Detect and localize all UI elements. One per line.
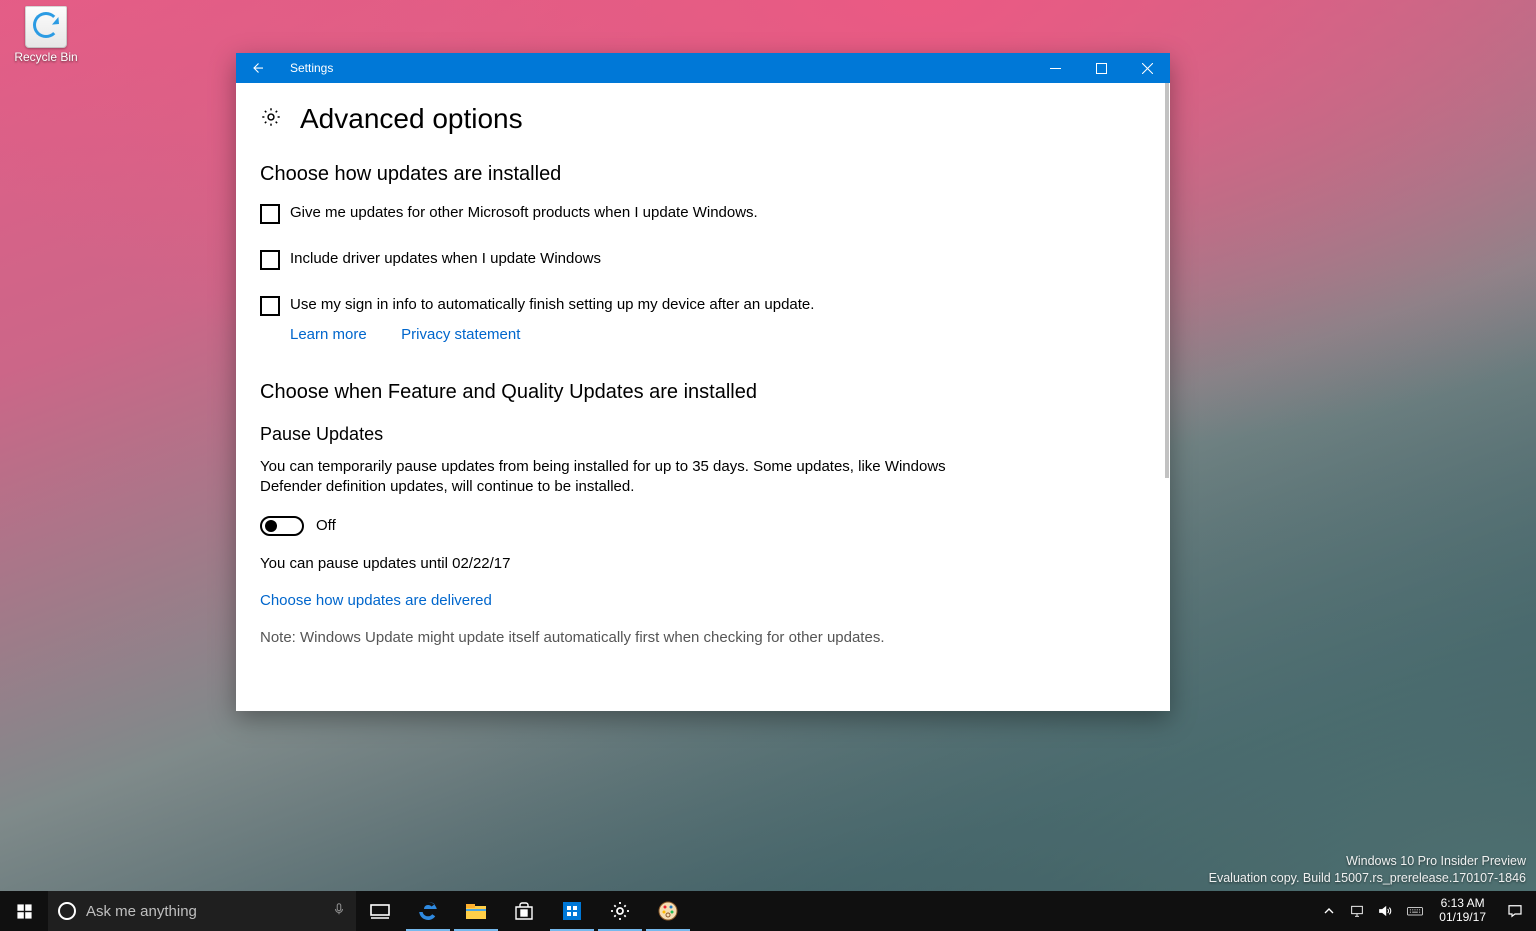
pause-updates-toggle[interactable]: [260, 516, 304, 536]
watermark-line1: Windows 10 Pro Insider Preview: [1209, 853, 1526, 870]
cortana-search-box[interactable]: Ask me anything: [48, 891, 356, 931]
checkbox-driver-updates[interactable]: [260, 250, 280, 270]
section-how-installed-heading: Choose how updates are installed: [260, 163, 1140, 186]
taskbar-app-paint[interactable]: [644, 891, 692, 931]
action-center-button[interactable]: [1494, 902, 1536, 920]
taskbar-app-feedback-hub[interactable]: [548, 891, 596, 931]
pause-until-text: You can pause updates until 02/22/17: [260, 554, 960, 574]
settings-content: Advanced options Choose how updates are …: [236, 83, 1164, 711]
taskbar-app-file-explorer[interactable]: [452, 891, 500, 931]
gear-icon: [260, 106, 282, 133]
checkbox-signin-finish-setup[interactable]: [260, 296, 280, 316]
task-view-button[interactable]: [356, 891, 404, 931]
taskbar-app-settings[interactable]: [596, 891, 644, 931]
tray-chevron-up-icon[interactable]: [1315, 891, 1343, 931]
section-pause-heading: Pause Updates: [260, 424, 1140, 445]
checkbox-other-ms-products[interactable]: [260, 204, 280, 224]
maximize-button[interactable]: [1078, 53, 1124, 83]
pause-body-text: You can temporarily pause updates from b…: [260, 457, 960, 498]
taskbar-clock[interactable]: 6:13 AM 01/19/17: [1431, 897, 1494, 925]
desktop-watermark: Windows 10 Pro Insider Preview Evaluatio…: [1209, 853, 1526, 887]
recycle-bin-label: Recycle Bin: [14, 50, 77, 64]
titlebar: Settings: [236, 53, 1170, 83]
taskbar-app-edge[interactable]: [404, 891, 452, 931]
recycle-bin-icon: [25, 6, 67, 48]
microphone-icon[interactable]: [332, 900, 346, 923]
watermark-line2: Evaluation copy. Build 15007.rs_prerelea…: [1209, 870, 1526, 887]
close-button[interactable]: [1124, 53, 1170, 83]
minimize-button[interactable]: [1032, 53, 1078, 83]
choose-delivery-link[interactable]: Choose how updates are delivered: [260, 592, 492, 609]
settings-window: Settings Advanced options: [236, 53, 1170, 711]
pause-updates-toggle-label: Off: [316, 517, 336, 534]
checkbox-driver-updates-label: Include driver updates when I update Win…: [290, 250, 601, 267]
clock-date: 01/19/17: [1439, 911, 1486, 925]
cortana-icon: [58, 902, 76, 920]
learn-more-link[interactable]: Learn more: [290, 326, 367, 343]
scrollbar[interactable]: [1164, 83, 1170, 711]
recycle-bin-desktop-icon[interactable]: Recycle Bin: [8, 6, 84, 64]
checkbox-other-ms-products-label: Give me updates for other Microsoft prod…: [290, 204, 758, 221]
update-note-text: Note: Windows Update might update itself…: [260, 629, 1140, 646]
search-placeholder: Ask me anything: [86, 903, 322, 920]
checkbox-signin-finish-setup-label: Use my sign in info to automatically fin…: [290, 296, 814, 313]
window-title: Settings: [278, 61, 1032, 75]
back-button[interactable]: [236, 53, 278, 83]
start-button[interactable]: [0, 891, 48, 931]
section-when-installed-heading: Choose when Feature and Quality Updates …: [260, 381, 1140, 404]
page-title: Advanced options: [300, 103, 523, 135]
tray-keyboard-icon[interactable]: [1399, 891, 1431, 931]
taskbar-app-store[interactable]: [500, 891, 548, 931]
privacy-statement-link[interactable]: Privacy statement: [401, 326, 520, 343]
tray-vm-tools-icon[interactable]: [1343, 891, 1371, 931]
tray-volume-icon[interactable]: [1371, 891, 1399, 931]
taskbar: Ask me anything 6:: [0, 891, 1536, 931]
clock-time: 6:13 AM: [1441, 897, 1485, 911]
